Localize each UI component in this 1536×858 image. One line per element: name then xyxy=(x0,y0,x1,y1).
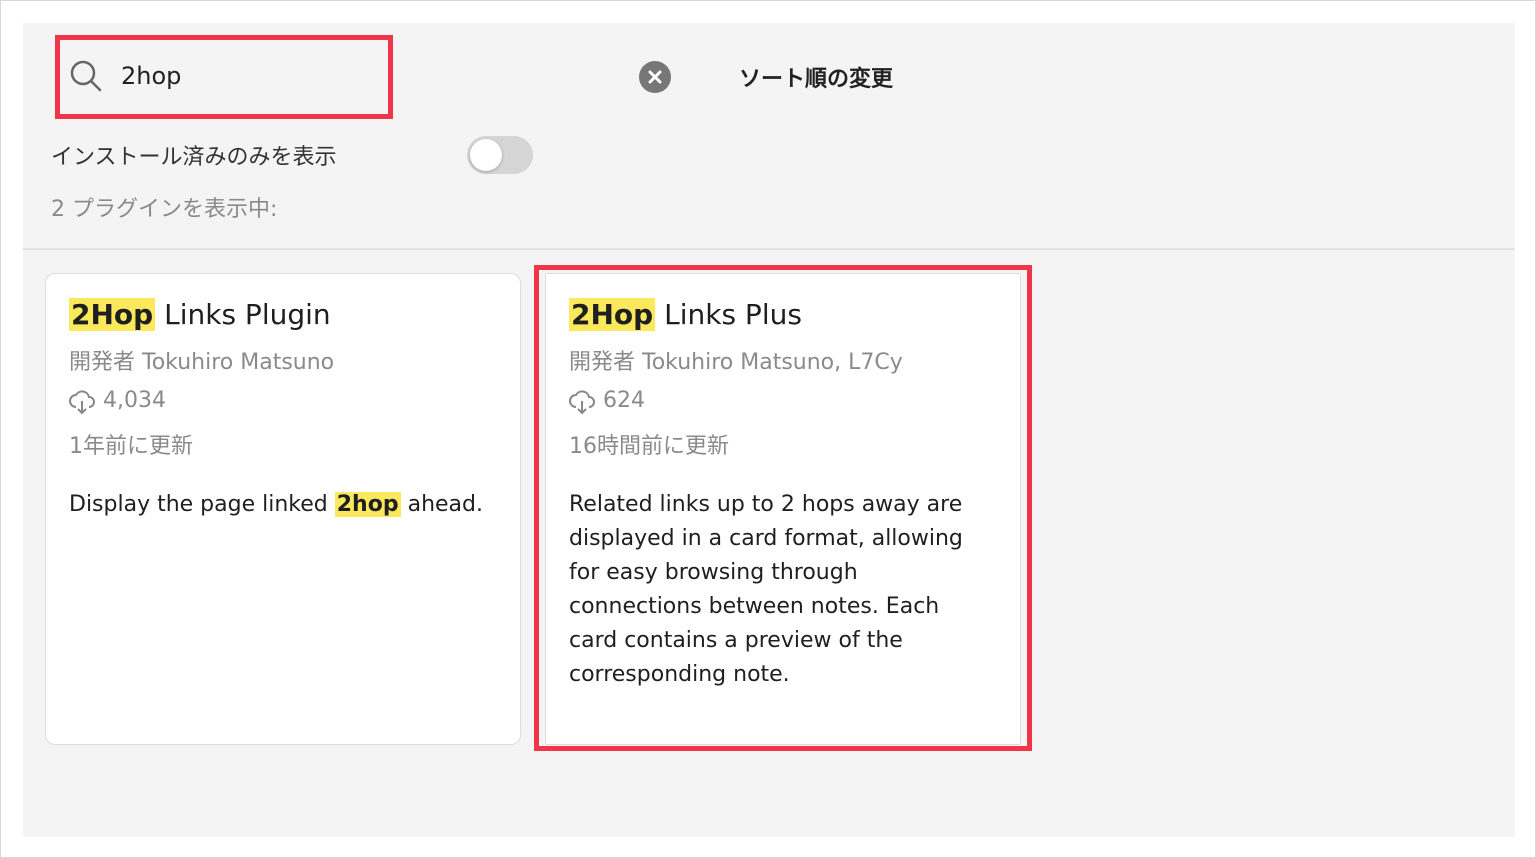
plugin-author: 開発者 Tokuhiro Matsuno, L7Cy xyxy=(569,350,903,375)
download-count: 4,034 xyxy=(103,387,166,413)
toggle-knob xyxy=(470,139,502,171)
plugin-title: 2Hop Links Plugin xyxy=(69,298,331,331)
search-input[interactable] xyxy=(121,57,371,95)
plugin-description: Display the page linked 2hop ahead. xyxy=(69,492,483,517)
plugin-card[interactable]: 2Hop Links Plus 開発者 Tokuhiro Matsuno, L7… xyxy=(545,273,1021,745)
plugin-downloads: 624 xyxy=(569,384,645,416)
plugin-description: Related links up to 2 hops away are disp… xyxy=(569,492,963,687)
plugin-title: 2Hop Links Plus xyxy=(569,298,802,331)
search-match-highlight: 2hop xyxy=(334,492,401,517)
search-icon xyxy=(70,60,102,92)
download-icon xyxy=(69,390,95,415)
search-match-highlight: 2Hop xyxy=(569,298,656,331)
plugin-title-rest: Links Plugin xyxy=(155,298,331,331)
plugin-title-rest: Links Plus xyxy=(655,298,802,331)
installed-only-toggle[interactable] xyxy=(467,136,533,174)
download-count: 624 xyxy=(603,387,645,413)
search-match-highlight: 2Hop xyxy=(69,298,156,331)
clear-search-button[interactable] xyxy=(639,61,671,93)
search-bar[interactable] xyxy=(59,37,389,115)
result-count: 2 プラグインを表示中: xyxy=(51,197,278,222)
plugin-card[interactable]: 2Hop Links Plugin 開発者 Tokuhiro Matsuno 4… xyxy=(45,273,521,745)
plugin-downloads: 4,034 xyxy=(69,384,166,416)
close-icon xyxy=(648,70,662,84)
sort-order-button[interactable]: ソート順の変更 xyxy=(739,59,893,95)
divider xyxy=(23,248,1515,250)
plugin-browser-panel: ソート順の変更 インストール済みのみを表示 2 プラグインを表示中: 2Hop … xyxy=(23,23,1515,837)
plugin-updated: 16時間前に更新 xyxy=(569,434,729,459)
plugin-author: 開発者 Tokuhiro Matsuno xyxy=(69,350,335,375)
download-icon xyxy=(569,390,595,415)
installed-only-label: インストール済みのみを表示 xyxy=(51,145,337,170)
screenshot-frame: ソート順の変更 インストール済みのみを表示 2 プラグインを表示中: 2Hop … xyxy=(0,0,1536,858)
plugin-updated: 1年前に更新 xyxy=(69,434,193,459)
